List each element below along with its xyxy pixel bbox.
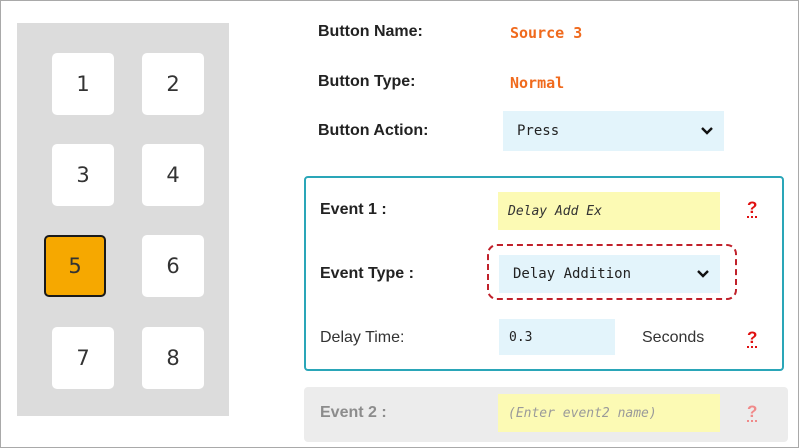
event-2-name-input[interactable]: (Enter event2 name) [498, 394, 720, 432]
key-2[interactable]: 2 [142, 53, 204, 115]
delay-help-icon[interactable]: ? [747, 329, 758, 348]
chevron-down-icon [697, 270, 709, 278]
key-1[interactable]: 1 [52, 53, 114, 115]
key-8[interactable]: 8 [142, 327, 204, 389]
button-type-value: Normal [510, 74, 565, 92]
key-3[interactable]: 3 [52, 144, 114, 206]
delay-time-label: Delay Time: [320, 329, 405, 346]
button-action-select[interactable]: Press [503, 111, 724, 151]
event-type-value: Delay Addition [513, 266, 632, 282]
event-type-select[interactable]: Delay Addition [499, 255, 720, 293]
button-action-value: Press [517, 123, 560, 139]
button-action-label: Button Action: [318, 122, 429, 139]
key-6[interactable]: 6 [142, 235, 204, 297]
keypad-panel: 1 2 3 4 5 6 7 8 [17, 23, 229, 416]
event-type-label: Event Type : [320, 265, 414, 282]
event-2-help-icon[interactable]: ? [747, 403, 758, 422]
event-1-name-input[interactable]: Delay Add Ex [498, 192, 720, 230]
event-1-label: Event 1 : [320, 201, 387, 218]
event-2-label: Event 2 : [320, 404, 387, 421]
event-1-help-icon[interactable]: ? [747, 199, 758, 218]
button-name-label: Button Name: [318, 23, 423, 40]
key-7[interactable]: 7 [52, 327, 114, 389]
button-name-value: Source 3 [510, 24, 583, 42]
delay-unit-label: Seconds [642, 329, 705, 346]
key-5-selected[interactable]: 5 [44, 235, 106, 297]
delay-time-input[interactable]: 0.3 [499, 319, 615, 355]
key-4[interactable]: 4 [142, 144, 204, 206]
button-type-label: Button Type: [318, 73, 416, 90]
chevron-down-icon [701, 127, 713, 135]
